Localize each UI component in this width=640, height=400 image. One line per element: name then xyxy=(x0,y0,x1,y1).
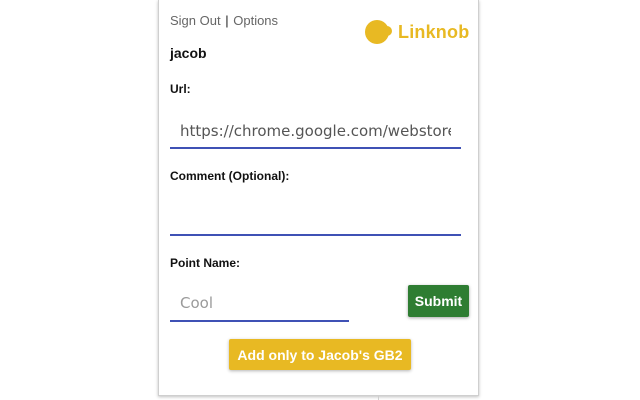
comment-label: Comment (Optional): xyxy=(170,169,290,183)
auth-links: Sign Out | Options xyxy=(170,13,278,28)
comment-input[interactable] xyxy=(170,199,461,236)
point-name-input[interactable] xyxy=(170,285,349,322)
linknob-logo-icon xyxy=(365,20,392,44)
url-input[interactable] xyxy=(170,114,461,149)
submit-button[interactable]: Submit xyxy=(408,285,469,317)
add-only-button[interactable]: Add only to Jacob's GB2 xyxy=(229,339,411,370)
extension-popup: Sign Out | Options Linknob jacob Url: Co… xyxy=(158,0,479,396)
url-label: Url: xyxy=(170,82,191,96)
screen: Sign Out | Options Linknob jacob Url: Co… xyxy=(0,0,640,400)
options-link[interactable]: Options xyxy=(233,13,278,28)
sign-out-link[interactable]: Sign Out xyxy=(170,13,221,28)
brand-logo: Linknob xyxy=(365,20,469,44)
link-separator: | xyxy=(225,13,229,28)
point-name-label: Point Name: xyxy=(170,256,241,270)
backdrop-divider xyxy=(378,396,379,400)
brand-name: Linknob xyxy=(398,21,470,42)
username: jacob xyxy=(170,45,207,61)
